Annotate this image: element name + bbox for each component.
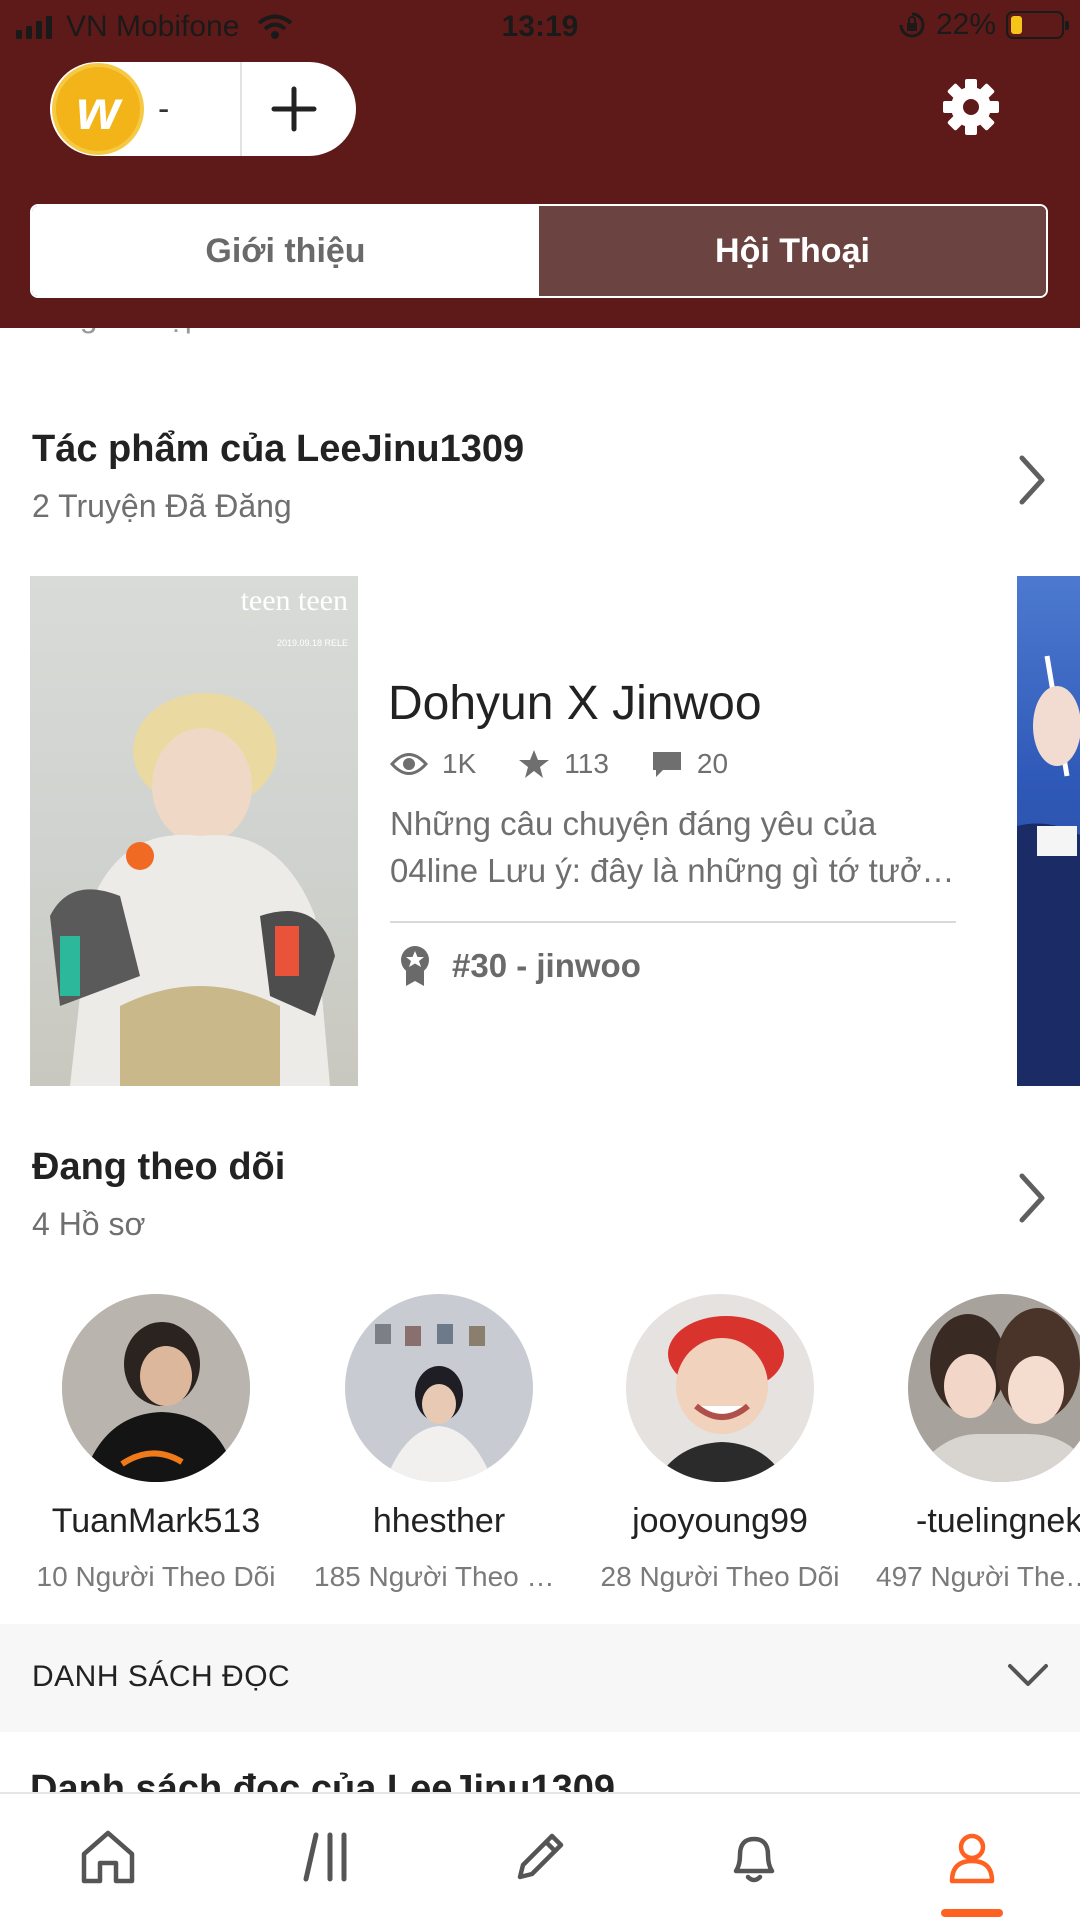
story-title[interactable]: Dohyun X Jinwoo <box>388 676 762 731</box>
wattpad-coin-icon: w <box>52 63 144 155</box>
bottom-navigation <box>0 1792 1080 1920</box>
views-count: 1K <box>442 748 477 779</box>
avatar <box>626 1294 814 1482</box>
votes-stat: 113 <box>518 748 609 780</box>
plus-icon <box>271 86 317 132</box>
tab-conversation[interactable]: Hội Thoại <box>539 206 1046 296</box>
nav-home[interactable] <box>48 1794 168 1920</box>
cover-date: 2019.09.18 RELE <box>277 638 348 648</box>
following-count: 4 Hồ sơ <box>32 1206 146 1242</box>
story-stats: 1K 113 20 <box>390 748 770 780</box>
story-cover-image[interactable]: teen teen 2019.09.18 RELE <box>30 576 358 1086</box>
profile-header: VN Mobifone 13:19 22% w - Giới thiệu Hội… <box>0 0 1080 328</box>
comments-count: 20 <box>696 748 729 779</box>
reading-list-label: DANH SÁCH ĐỌC <box>32 1660 291 1693</box>
votes-count: 113 <box>564 748 609 779</box>
avatar-image <box>908 1294 1080 1482</box>
followed-profile[interactable]: TuanMark513 10 Người Theo Dõi <box>31 1294 281 1593</box>
coin-balance: - <box>158 89 170 128</box>
avatar <box>62 1294 250 1482</box>
tab-about[interactable]: Giới thiệu <box>32 206 539 296</box>
avatar-image <box>626 1294 814 1482</box>
profile-screen: Đã gia nhập 5 năm trước Tác phẩm của Lee… <box>0 0 1080 1920</box>
story-rank: #30 - jinwoo <box>398 944 641 988</box>
active-tab-indicator <box>941 1909 1003 1917</box>
works-chevron-right-icon[interactable] <box>1012 452 1052 508</box>
add-coins-button[interactable] <box>242 62 346 156</box>
profile-followers: 185 Người Theo Dõi <box>314 1561 564 1592</box>
profile-icon <box>949 1833 995 1884</box>
write-icon <box>517 1833 564 1880</box>
nav-notifications[interactable] <box>694 1794 814 1920</box>
profile-name: hhesther <box>372 1502 506 1540</box>
profile-name: -tuelingnek <box>916 1502 1080 1540</box>
followed-profile[interactable]: -tuelingnek 497 Người Theo Dõi <box>876 1294 1080 1593</box>
comments-stat: 20 <box>651 748 728 780</box>
second-cover-illustration <box>1017 655 1080 1086</box>
avatar <box>345 1294 533 1482</box>
works-count: 2 Truyện Đã Đăng <box>32 488 292 524</box>
library-icon <box>303 1832 347 1882</box>
status-right: 22% <box>898 8 1069 42</box>
home-icon <box>81 1830 135 1884</box>
battery-icon <box>1006 11 1069 39</box>
nav-write[interactable] <box>480 1794 600 1920</box>
second-story-cover-image[interactable] <box>1017 576 1080 1086</box>
profile-followers: 28 Người Theo Dõi <box>600 1561 840 1592</box>
star-icon <box>519 750 550 778</box>
chevron-down-icon[interactable] <box>1006 1656 1050 1696</box>
profile-name: jooyoung99 <box>632 1502 808 1540</box>
followed-profile[interactable]: jooyoung99 28 Người Theo Dõi <box>595 1294 845 1593</box>
reading-list-section[interactable]: DANH SÁCH ĐỌC <box>0 1624 1080 1732</box>
status-bar: VN Mobifone 13:19 22% <box>0 0 1080 54</box>
nav-library[interactable] <box>268 1794 388 1920</box>
battery-fill <box>1011 16 1022 34</box>
avatar <box>908 1294 1080 1482</box>
followed-profile[interactable]: hhesther 185 Người Theo Dõi <box>314 1294 564 1593</box>
comment-icon <box>652 752 681 777</box>
story-divider <box>390 921 956 923</box>
eye-icon <box>390 753 428 775</box>
views-stat: 1K <box>390 748 476 780</box>
ranking-badge-icon <box>401 946 429 986</box>
works-section-title: Tác phẩm của LeeJinu1309 <box>32 428 525 470</box>
nav-profile[interactable] <box>912 1794 1032 1920</box>
profile-tabs: Giới thiệu Hội Thoại <box>30 204 1048 298</box>
profile-name: TuanMark513 <box>51 1502 261 1540</box>
rotation-lock-icon <box>899 12 925 38</box>
gear-icon[interactable] <box>942 78 1000 136</box>
story-rank-label: #30 - jinwoo <box>452 947 641 984</box>
avatar-image <box>345 1294 533 1482</box>
coin-balance-pill[interactable]: w - <box>50 62 356 156</box>
cover-text: teen teen <box>241 584 348 617</box>
following-section-title: Đang theo dõi <box>32 1146 286 1188</box>
story-description-line-2: 04line Lưu ý: đây là những gì tớ tưở… <box>390 852 955 889</box>
following-chevron-right-icon[interactable] <box>1012 1170 1052 1226</box>
avatar-image <box>62 1294 250 1482</box>
story-cover-illustration: teen teen 2019.09.18 RELE <box>50 584 348 1086</box>
notifications-icon <box>733 1836 775 1883</box>
battery-percent: 22% <box>935 8 996 41</box>
story-description-line-1: Những câu chuyện đáng yêu của <box>390 805 877 842</box>
profile-followers: 497 Người Theo Dõi <box>876 1561 1080 1592</box>
profile-followers: 10 Người Theo Dõi <box>36 1561 276 1592</box>
story-description: Những câu chuyện đáng yêu của 04line Lưu… <box>390 800 956 894</box>
